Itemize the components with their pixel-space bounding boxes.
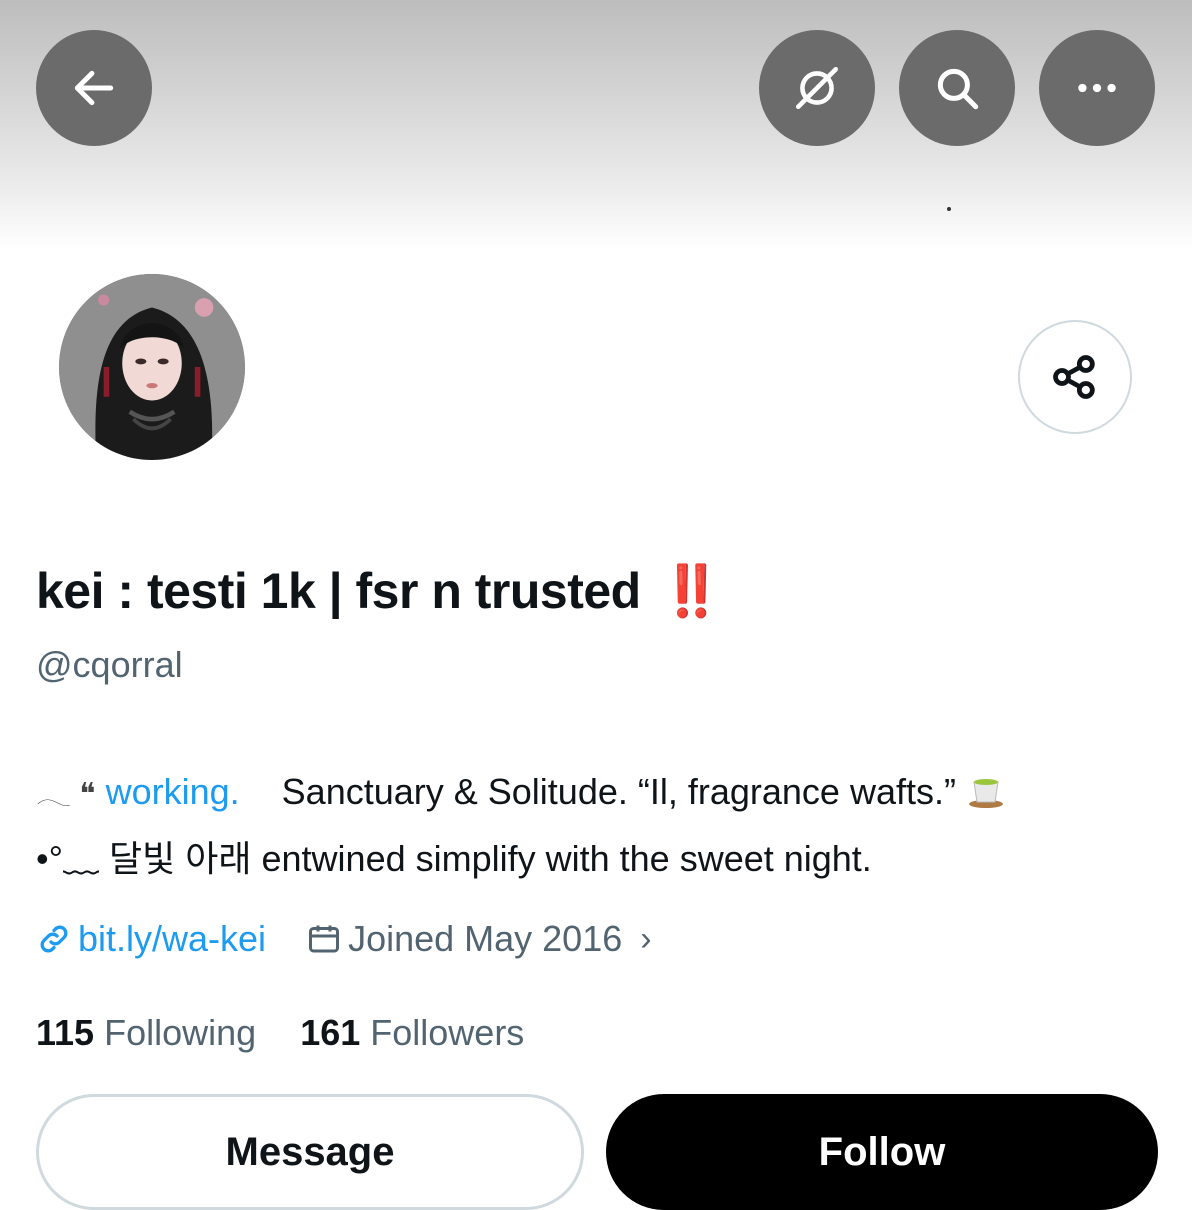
calendar-icon [309,925,340,953]
handle: @cqorral [36,644,183,685]
grok-button[interactable] [759,30,875,146]
joined-text: Joined May 2016 [348,918,623,959]
share-icon [1053,355,1095,399]
following-stat[interactable]: 115 Following [36,1012,256,1053]
followers-label: Followers [370,1012,525,1053]
more-horizontal-icon [1078,83,1116,93]
followers-stat[interactable]: 161 Followers [300,1012,524,1053]
bio-decoration-glyphs: 𓂃 ❝ [36,778,96,811]
profile-banner [0,0,1192,250]
back-button[interactable] [36,30,152,146]
display-name-text: kei : testi 1k | fsr n trusted [36,563,641,619]
arrow-left-icon [74,70,114,106]
bio-hashtag-link[interactable]: working. [106,771,240,812]
profile-meta: bit.ly/wa-kei Joined May 2016 › [36,918,652,960]
bio-line-2: •°﹏ 달빛 아래 entwined simplify with the swe… [36,827,1006,891]
avatar[interactable] [56,271,248,463]
teacup-icon [968,779,1003,808]
followers-count: 161 [300,1012,361,1053]
search-button[interactable] [899,30,1015,146]
following-count: 115 [36,1012,95,1053]
bio-text-1: Sanctuary & Solitude. “Il, fragrance waf… [281,771,956,812]
follow-button[interactable]: Follow [606,1094,1158,1210]
display-name: kei : testi 1k | fsr n trusted ‼️ [36,562,723,621]
more-button[interactable] [1039,30,1155,146]
bio: 𓂃 ❝ working. Sanctuary & Solitude. “Il, … [36,760,1006,891]
bio-text-2: 달빛 아래 entwined simplify with the sweet n… [109,838,872,879]
share-button[interactable] [1018,320,1132,434]
message-button[interactable]: Message [36,1094,584,1210]
bio-line-1: 𓂃 ❝ working. Sanctuary & Solitude. “Il, … [36,760,1006,827]
bio-prefix-glyphs: •°﹏ [36,838,100,879]
following-label: Following [104,1012,257,1053]
follow-counts: 115 Following 161 Followers [36,1012,524,1054]
double-exclamation-emoji: ‼️ [660,563,723,619]
joined-date[interactable]: Joined May 2016 › [306,918,652,960]
avatar-image [59,274,245,460]
grok-icon [795,66,839,110]
chevron-right-icon: › [640,919,652,958]
banner-dot [947,207,951,211]
search-icon [937,68,979,110]
website-text[interactable]: bit.ly/wa-kei [78,918,266,960]
link-icon [40,925,68,953]
website-link[interactable]: bit.ly/wa-kei [36,918,266,960]
